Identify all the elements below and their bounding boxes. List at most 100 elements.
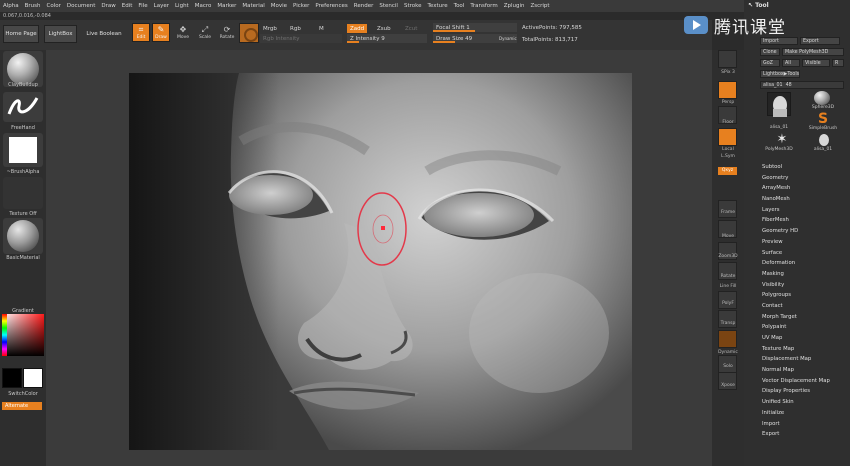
alternate-button[interactable]: Alternate: [2, 402, 42, 410]
menu-document[interactable]: Document: [67, 3, 96, 9]
tool-thumb-sphere3d[interactable]: [811, 91, 835, 105]
local-button[interactable]: [718, 128, 737, 146]
frame-button[interactable]: [718, 200, 737, 218]
subpalette-uv-map[interactable]: UV Map: [762, 333, 850, 344]
menu-edit[interactable]: Edit: [122, 3, 133, 9]
menu-zscript[interactable]: Zscript: [530, 3, 549, 9]
subpalette-deformation[interactable]: Deformation: [762, 258, 850, 269]
dynamic-label[interactable]: Dynamic: [499, 36, 517, 41]
make-polymesh-button[interactable]: Make PolyMesh3D: [782, 48, 844, 56]
menu-light[interactable]: Light: [175, 3, 189, 9]
goz-button[interactable]: GoZ: [760, 59, 780, 67]
menu-preferences[interactable]: Preferences: [315, 3, 347, 9]
menu-brush[interactable]: Brush: [25, 3, 41, 9]
menu-macro[interactable]: Macro: [195, 3, 212, 9]
menu-color[interactable]: Color: [47, 3, 61, 9]
goz-r-button[interactable]: R: [832, 59, 844, 67]
menu-picker[interactable]: Picker: [293, 3, 309, 9]
subpalette-geometry[interactable]: Geometry: [762, 173, 850, 184]
current-tool-slider[interactable]: alisa_01 48: [760, 81, 844, 89]
zcut-toggle[interactable]: Zcut: [402, 24, 420, 33]
subpalette-polygroups[interactable]: Polygroups: [762, 290, 850, 301]
main-color-swatch[interactable]: [2, 368, 22, 388]
lightbox-tools-button[interactable]: Lightbox▶Tools: [760, 70, 800, 78]
subpalette-unified-skin[interactable]: Unified Skin: [762, 397, 850, 408]
subpalette-morph-target[interactable]: Morph Target: [762, 312, 850, 323]
secondary-color-swatch[interactable]: [23, 368, 43, 388]
subpalette-layers[interactable]: Layers: [762, 205, 850, 216]
spix-control[interactable]: SPix 3: [712, 70, 744, 75]
material-selector[interactable]: [3, 218, 43, 254]
subpalette-contact[interactable]: Contact: [762, 301, 850, 312]
menu-marker[interactable]: Marker: [217, 3, 236, 9]
menu-material[interactable]: Material: [242, 3, 264, 9]
subpalette-preview[interactable]: Preview: [762, 237, 850, 248]
stroke-selector[interactable]: [3, 92, 43, 122]
menu-layer[interactable]: Layer: [154, 3, 169, 9]
subpalette-surface[interactable]: Surface: [762, 248, 850, 259]
hue-strip[interactable]: [2, 314, 7, 356]
subpalette-nanomesh[interactable]: NanoMesh: [762, 194, 850, 205]
tool-thumb-simplebrush[interactable]: S: [811, 112, 835, 126]
rgb-toggle[interactable]: Rgb: [287, 24, 304, 33]
move-button[interactable]: ✥ Move: [174, 23, 192, 42]
subpalette-display-properties[interactable]: Display Properties: [762, 386, 850, 397]
home-page-button[interactable]: Home Page: [3, 25, 39, 43]
subpalette-export[interactable]: Export: [762, 429, 850, 440]
polyf-button[interactable]: [718, 291, 737, 309]
tool-thumb-alisa[interactable]: [767, 92, 791, 117]
lsym-button[interactable]: L.Sym: [712, 154, 744, 159]
brush-preview-button[interactable]: [239, 23, 259, 43]
subpalette-geometry-hd[interactable]: Geometry HD: [762, 226, 850, 237]
subpalette-subtool[interactable]: Subtool: [762, 162, 850, 173]
tool-thumb-polymesh3d[interactable]: ✶: [770, 133, 794, 147]
menu-stencil[interactable]: Stencil: [379, 3, 398, 9]
subpalette-arraymesh[interactable]: ArrayMesh: [762, 183, 850, 194]
menu-alpha[interactable]: Alpha: [3, 3, 19, 9]
menu-stroke[interactable]: Stroke: [404, 3, 422, 9]
subpalette-masking[interactable]: Masking: [762, 269, 850, 280]
edit-button[interactable]: ⌗ Edit: [132, 23, 150, 42]
tool-export-button[interactable]: Export: [800, 37, 840, 45]
rgb-intensity-slider[interactable]: Rgb Intensity: [260, 34, 342, 43]
subpalette-polypaint[interactable]: Polypaint: [762, 322, 850, 333]
subpalette-visibility[interactable]: Visibility: [762, 280, 850, 291]
scale-button[interactable]: ⤢ Scale: [196, 23, 214, 42]
dynamic-button[interactable]: [718, 330, 737, 348]
zadd-toggle[interactable]: Zadd: [347, 24, 368, 33]
persp-button[interactable]: [718, 81, 737, 99]
subpalette-fibermesh[interactable]: FiberMesh: [762, 215, 850, 226]
subpalette-normal-map[interactable]: Normal Map: [762, 365, 850, 376]
color-picker[interactable]: [2, 314, 44, 356]
z-intensity-slider[interactable]: Z Intensity 9: [347, 34, 427, 43]
switch-color-label[interactable]: SwitchColor: [0, 391, 46, 397]
goz-all-button[interactable]: All: [782, 59, 800, 67]
subpalette-vector-displacement-map[interactable]: Vector Displacement Map: [762, 376, 850, 387]
m-toggle[interactable]: M: [316, 24, 327, 33]
live-boolean-button[interactable]: Live Boolean: [82, 25, 126, 43]
zsub-toggle[interactable]: Zsub: [374, 24, 394, 33]
clone-button[interactable]: Clone: [760, 48, 780, 56]
menu-tool[interactable]: Tool: [454, 3, 465, 9]
subpalette-initialize[interactable]: Initialize: [762, 408, 850, 419]
tool-import-button[interactable]: Import: [760, 37, 798, 45]
rotate-button[interactable]: ⟳ Rotate: [218, 23, 236, 42]
menu-transform[interactable]: Transform: [470, 3, 497, 9]
goz-visible-button[interactable]: Visible: [802, 59, 830, 67]
line-fill-button[interactable]: Line Fill: [712, 284, 744, 289]
menu-movie[interactable]: Movie: [271, 3, 287, 9]
document-viewport[interactable]: [129, 73, 632, 450]
qxyz-button[interactable]: Qxyz: [718, 167, 737, 175]
texture-selector[interactable]: [3, 177, 43, 209]
subpalette-displacement-map[interactable]: Displacement Map: [762, 354, 850, 365]
mrgb-toggle[interactable]: Mrgb: [260, 24, 280, 33]
menu-draw[interactable]: Draw: [101, 3, 115, 9]
subpalette-texture-map[interactable]: Texture Map: [762, 344, 850, 355]
tool-thumb-alisa-2[interactable]: [814, 133, 838, 147]
lightbox-button[interactable]: LightBox: [44, 25, 77, 43]
bpr-button[interactable]: [718, 50, 737, 68]
alpha-selector[interactable]: [3, 133, 43, 167]
menu-render[interactable]: Render: [354, 3, 374, 9]
focal-shift-slider[interactable]: Focal Shift 1: [433, 23, 517, 32]
menu-file[interactable]: File: [138, 3, 147, 9]
